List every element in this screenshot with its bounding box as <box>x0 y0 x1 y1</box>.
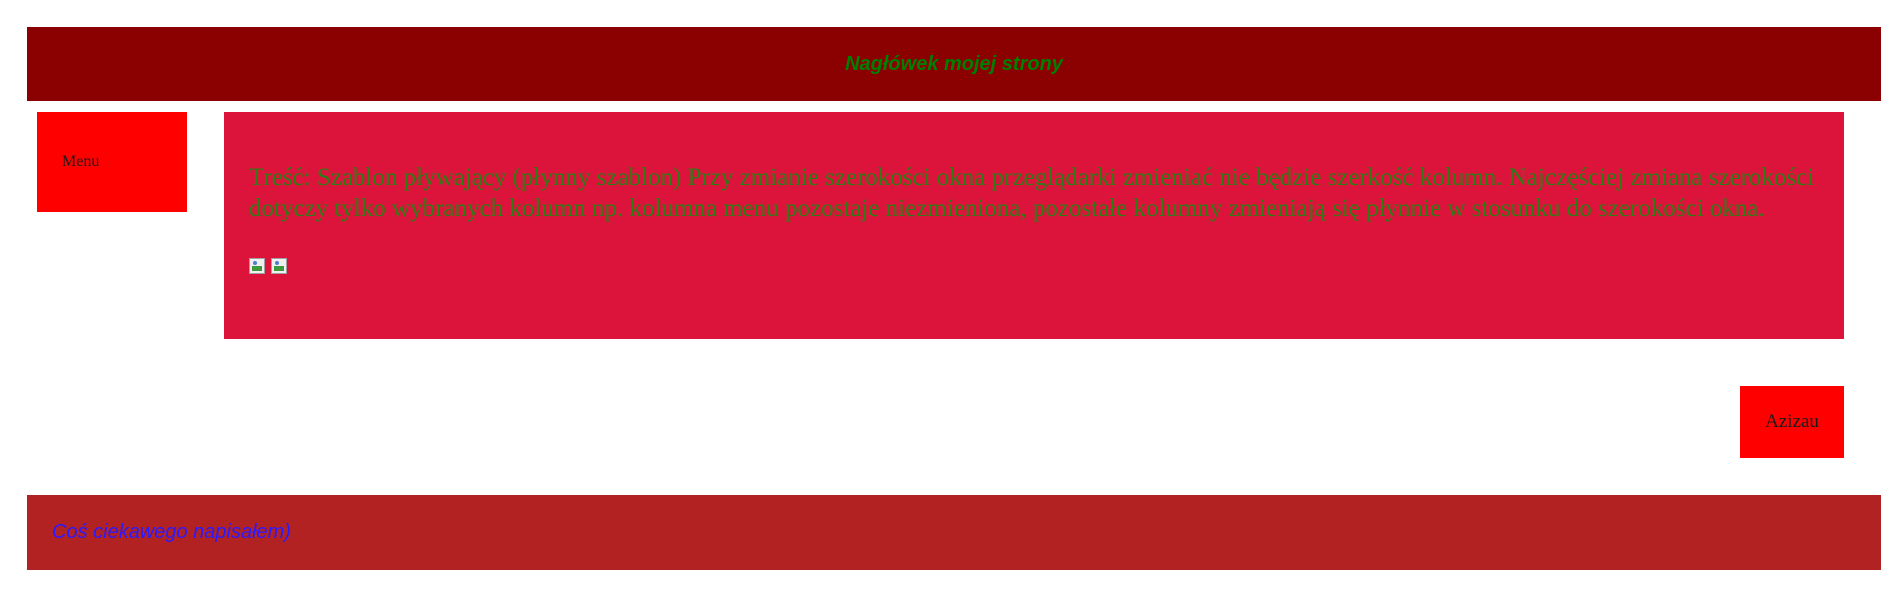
page: Nagłówek mojej strony Menu Treść: Szablo… <box>0 0 1900 597</box>
menu-box: Menu <box>37 112 187 212</box>
image-row <box>249 258 1819 274</box>
menu-label: Menu <box>62 153 100 170</box>
page-footer: Coś ciekawego napisałem) <box>27 495 1881 570</box>
aside-box: Azizau <box>1740 386 1844 458</box>
aside-label: Azizau <box>1765 411 1819 432</box>
content-text: Treść: Szablon pływający (płynny szablon… <box>249 164 1815 222</box>
broken-image-icon <box>271 258 287 274</box>
page-title: Nagłówek mojej strony <box>845 52 1063 75</box>
page-header: Nagłówek mojej strony <box>27 27 1881 101</box>
broken-image-icon <box>249 258 265 274</box>
content-box: Treść: Szablon pływający (płynny szablon… <box>224 112 1844 339</box>
footer-text: Coś ciekawego napisałem) <box>52 521 292 543</box>
